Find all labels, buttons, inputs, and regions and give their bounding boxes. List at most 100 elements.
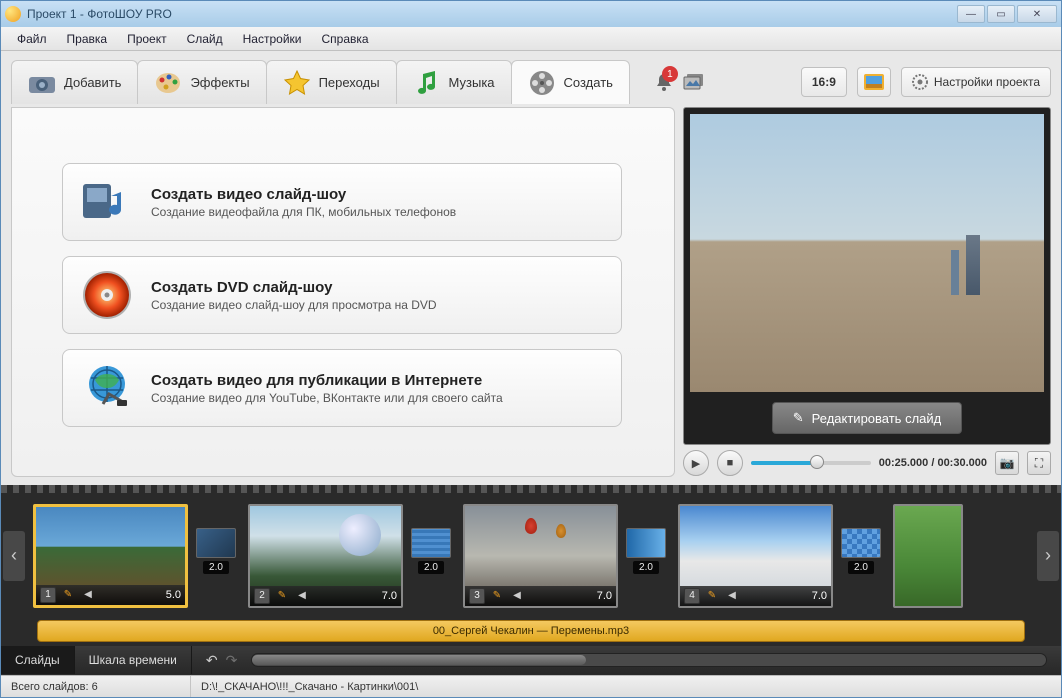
create-panel: Создать видео слайд-шоу Создание видеофа… <box>11 107 675 477</box>
create-web-card[interactable]: Создать видео для публикации в Интернете… <box>62 349 622 427</box>
minimize-button[interactable]: — <box>957 5 985 23</box>
expand-icon[interactable]: ◀ <box>509 588 525 604</box>
expand-icon[interactable]: ◀ <box>80 587 96 603</box>
menubar: Файл Правка Проект Слайд Настройки Справ… <box>1 27 1061 51</box>
dvd-icon <box>81 269 133 321</box>
timeline: ‹ › 1 ✎ ◀ 5.0 2.0 <box>1 485 1061 675</box>
tab-music[interactable]: Музыка <box>396 60 512 104</box>
transition-4[interactable]: 2.0 <box>839 528 883 584</box>
tab-effects[interactable]: Эффекты <box>137 60 266 104</box>
transition-duration: 2.0 <box>418 561 444 574</box>
slide-duration: 7.0 <box>597 590 612 602</box>
timeline-prev-button[interactable]: ‹ <box>3 531 25 581</box>
slide-duration: 7.0 <box>812 590 827 602</box>
edit-icon[interactable]: ✎ <box>704 588 720 604</box>
gallery-icon[interactable] <box>682 72 706 92</box>
menu-slide[interactable]: Слайд <box>177 29 233 49</box>
card-subtitle: Создание видео слайд-шоу для просмотра н… <box>151 298 437 312</box>
transition-2[interactable]: 2.0 <box>409 528 453 584</box>
time-display: 00:25.000 / 00:30.000 <box>879 457 987 469</box>
audio-track[interactable]: 00_Сергей Чекалин — Перемены.mp3 <box>37 620 1025 642</box>
color-theme-button[interactable] <box>857 67 891 97</box>
edit-icon[interactable]: ✎ <box>489 588 505 604</box>
transition-1[interactable]: 2.0 <box>194 528 238 584</box>
top-toolbar: Добавить Эффекты Переходы Музыка Создать <box>1 51 1061 107</box>
slides-row: ‹ › 1 ✎ ◀ 5.0 2.0 <box>1 493 1061 618</box>
menu-file[interactable]: Файл <box>7 29 57 49</box>
slide-thumb-2[interactable]: 2 ✎ ◀ 7.0 <box>248 504 403 608</box>
edit-slide-button[interactable]: ✎ Редактировать слайд <box>772 402 962 434</box>
menu-edit[interactable]: Правка <box>57 29 118 49</box>
preview-panel: ✎ Редактировать слайд ▶ ■ 00:25.000 / 00… <box>683 107 1061 485</box>
stop-button[interactable]: ■ <box>717 450 743 476</box>
card-title: Создать DVD слайд-шоу <box>151 279 437 296</box>
notification-badge: 1 <box>662 66 678 82</box>
edit-icon[interactable]: ✎ <box>274 588 290 604</box>
card-title: Создать видео слайд-шоу <box>151 186 456 203</box>
tab-transitions[interactable]: Переходы <box>266 60 397 104</box>
audio-track-label: 00_Сергей Чекалин — Перемены.mp3 <box>433 625 629 637</box>
aspect-label: 16:9 <box>812 75 836 89</box>
reel-icon <box>528 69 556 97</box>
close-button[interactable]: ✕ <box>1017 5 1057 23</box>
undo-button[interactable]: ↶ <box>206 652 218 669</box>
transition-duration: 2.0 <box>203 561 229 574</box>
titlebar: Проект 1 - ФотоШОУ PRO — ▭ ✕ <box>1 1 1061 27</box>
timeline-scrollbar[interactable] <box>251 653 1047 667</box>
seek-slider[interactable] <box>751 461 871 465</box>
fullscreen-icon: ⛶ <box>1035 456 1043 471</box>
tab-label: Эффекты <box>190 75 249 90</box>
slide-thumb-3[interactable]: 3 ✎ ◀ 7.0 <box>463 504 618 608</box>
mode-timeline-tab[interactable]: Шкала времени <box>75 646 192 674</box>
status-slide-count: Всего слайдов: 6 <box>1 676 191 697</box>
expand-icon[interactable]: ◀ <box>724 588 740 604</box>
slide-duration: 5.0 <box>166 589 181 601</box>
tab-create[interactable]: Создать <box>511 60 630 104</box>
fullscreen-button[interactable]: ⛶ <box>1027 451 1051 475</box>
aspect-ratio-button[interactable]: 16:9 <box>801 67 847 97</box>
edit-icon[interactable]: ✎ <box>60 587 76 603</box>
play-button[interactable]: ▶ <box>683 450 709 476</box>
redo-button[interactable]: ↷ <box>226 652 238 669</box>
mode-slides-tab[interactable]: Слайды <box>1 646 75 674</box>
tab-label: Музыка <box>449 75 495 90</box>
tab-label: Переходы <box>319 75 380 90</box>
tab-label: Добавить <box>64 75 121 90</box>
star-icon <box>283 69 311 97</box>
notifications-button[interactable]: 1 <box>654 72 674 92</box>
gear-icon <box>912 74 928 90</box>
tab-add[interactable]: Добавить <box>11 60 138 104</box>
slide-thumb-4[interactable]: 4 ✎ ◀ 7.0 <box>678 504 833 608</box>
app-icon <box>5 6 21 22</box>
transition-duration: 2.0 <box>848 561 874 574</box>
camera-small-icon: 📷 <box>1000 456 1015 470</box>
tab-label: Создать <box>564 75 613 90</box>
create-video-card[interactable]: Создать видео слайд-шоу Создание видеофа… <box>62 163 622 241</box>
expand-icon[interactable]: ◀ <box>294 588 310 604</box>
timeline-controls: Слайды Шкала времени ↶ ↷ <box>1 646 1061 674</box>
music-icon <box>413 69 441 97</box>
card-subtitle: Создание видео для YouTube, ВКонтакте ил… <box>151 391 503 405</box>
slide-thumb-1[interactable]: 1 ✎ ◀ 5.0 <box>33 504 188 608</box>
project-settings-button[interactable]: Настройки проекта <box>901 67 1051 97</box>
preview-image <box>690 114 1044 392</box>
menu-project[interactable]: Проект <box>117 29 177 49</box>
menu-settings[interactable]: Настройки <box>233 29 312 49</box>
slide-number: 4 <box>684 588 700 604</box>
transition-3[interactable]: 2.0 <box>624 528 668 584</box>
palette-icon <box>154 69 182 97</box>
slide-duration: 7.0 <box>382 590 397 602</box>
card-subtitle: Создание видеофайла для ПК, мобильных те… <box>151 205 456 219</box>
timeline-next-button[interactable]: › <box>1037 531 1059 581</box>
menu-help[interactable]: Справка <box>311 29 378 49</box>
edit-slide-label: Редактировать слайд <box>812 411 942 426</box>
slide-thumb-5[interactable] <box>893 504 963 608</box>
snapshot-button[interactable]: 📷 <box>995 451 1019 475</box>
maximize-button[interactable]: ▭ <box>987 5 1015 23</box>
project-settings-label: Настройки проекта <box>934 75 1040 89</box>
statusbar: Всего слайдов: 6 D:\!_СКАЧАНО\!!!_Скачан… <box>1 675 1061 697</box>
video-device-icon <box>81 176 133 228</box>
create-dvd-card[interactable]: Создать DVD слайд-шоу Создание видео сла… <box>62 256 622 334</box>
picture-icon <box>864 74 884 90</box>
pencil-icon: ✎ <box>793 410 804 426</box>
